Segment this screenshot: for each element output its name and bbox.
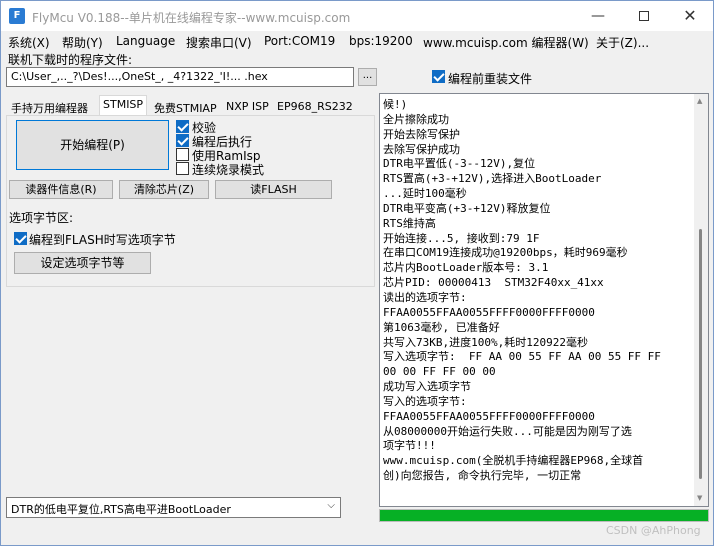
window-title: FlyMcu V0.188--单片机在线编程专家--www.mcuisp.com [32, 11, 351, 25]
log-line: 写入选项字节: FF AA 00 55 FF AA 00 55 FF FF [383, 350, 661, 364]
app-window: F FlyMcu V0.188--单片机在线编程专家--www.mcuisp.c… [0, 0, 714, 546]
tab-handheld-programmer[interactable]: 手持万用编程器 [7, 97, 92, 115]
start-program-button[interactable]: 开始编程(P) [16, 120, 169, 170]
log-line: RTS置高(+3-+12V),选择进入BootLoader [383, 172, 602, 186]
log-line: 共写入73KB,进度100%,耗时120922毫秒 [383, 335, 588, 349]
tab-ep968-rs232[interactable]: EP968_RS232 [273, 97, 357, 115]
scroll-thumb[interactable] [699, 229, 702, 479]
verify-checkbox[interactable] [176, 120, 189, 133]
scroll-down-icon[interactable]: ▼ [697, 494, 702, 502]
menu-programmer[interactable]: www.mcuisp.com 编程器(W) [423, 34, 589, 51]
menu-bar: 系统(X) 帮助(Y) Language 搜索串口(V) Port:COM19 … [1, 31, 713, 51]
log-line: www.mcuisp.com(全脱机手持编程器EP968,全球首 [383, 454, 644, 468]
title-bar[interactable]: F FlyMcu V0.188--单片机在线编程专家--www.mcuisp.c… [1, 1, 713, 31]
app-icon: F [9, 8, 25, 24]
log-scrollbar[interactable]: ▲ ▼ [694, 94, 708, 506]
menu-help[interactable]: 帮助(Y) [62, 34, 103, 51]
log-line: 从08000000开始运行失败...可能是因为刚写了选 [383, 424, 632, 438]
option-bytes-title: 选项字节区: [9, 211, 74, 225]
tab-stmisp[interactable]: STMISP [99, 95, 148, 116]
write-option-bytes-label: 编程到FLASH时写选项字节 [29, 233, 176, 247]
continuous-burn-label: 连续烧录模式 [192, 163, 265, 177]
log-line: 开始连接...5, 接收到:79 1F [383, 231, 540, 245]
chevron-down-icon: ⌵ [327, 500, 335, 511]
log-line: DTR电平置低(-3--12V),复位 [383, 157, 536, 171]
log-line: 成功写入选项字节 [383, 380, 471, 394]
menu-about[interactable]: 关于(Z)... [596, 34, 649, 51]
erase-chip-button[interactable]: 清除芯片(Z) [119, 180, 209, 199]
log-line: 00 00 FF FF 00 00 [383, 365, 496, 379]
log-line: DTR电平变高(+3-+12V)释放复位 [383, 201, 551, 215]
write-option-bytes-checkbox[interactable] [14, 232, 27, 245]
close-icon: ✕ [683, 6, 697, 25]
boot-mode-value: DTR的低电平复位,RTS高电平进BootLoader [11, 503, 231, 516]
tab-stmiap[interactable]: 免费STMIAP [150, 97, 221, 115]
log-line: 开始去除写保护 [383, 127, 460, 141]
log-line: 候!) [383, 98, 408, 111]
log-line: ...延时100毫秒 [383, 187, 467, 201]
log-line: FFAA0055FFAA0055FFFF0000FFFF0000 [383, 409, 595, 423]
maximize-icon [639, 11, 649, 21]
continuous-burn-checkbox[interactable] [176, 162, 189, 175]
browse-button[interactable]: ... [358, 68, 377, 86]
program-options: 校验 编程后执行 使用RamIsp 连续烧录模式 [173, 120, 333, 177]
progress-bar [379, 509, 709, 522]
reload-before-program-checkbox[interactable] [432, 70, 445, 83]
log-line: 去除写保护成功 [383, 142, 460, 156]
log-line: 写入的选项字节: [383, 394, 467, 408]
use-ramisp-checkbox[interactable] [176, 148, 189, 161]
minimize-icon: — [591, 8, 605, 24]
menu-system[interactable]: 系统(X) [8, 34, 50, 51]
program-file-input[interactable]: C:\User_,.._?\Des!...,OneSt_, _4?1322_'I… [6, 67, 354, 87]
watermark: CSDN @AhPhong [606, 524, 701, 537]
maximize-button[interactable] [621, 1, 667, 31]
reload-before-program-label: 编程前重装文件 [448, 72, 533, 86]
program-file-label: 联机下载时的程序文件: [8, 53, 133, 67]
minimize-button[interactable]: — [575, 1, 621, 31]
run-after-program-checkbox[interactable] [176, 134, 189, 147]
read-device-info-button[interactable]: 读器件信息(R) [9, 180, 113, 199]
set-option-bytes-button[interactable]: 设定选项字节等 [14, 252, 151, 274]
log-line: 项字节!!! [383, 439, 436, 453]
log-line: 第1063毫秒, 已准备好 [383, 320, 500, 334]
log-output[interactable]: 候!) 全片擦除成功 开始去除写保护 去除写保护成功 DTR电平置低(-3--12V),… [379, 93, 709, 507]
log-line: 在串口COM19连接成功@19200bps，耗时969毫秒 [383, 246, 628, 260]
menu-language[interactable]: Language [116, 34, 175, 48]
menu-baud[interactable]: bps:19200 [349, 34, 413, 48]
progress-fill [380, 510, 708, 521]
log-line: 全片擦除成功 [383, 112, 449, 126]
log-line: RTS维持高 [383, 216, 436, 230]
scroll-up-icon[interactable]: ▲ [697, 97, 702, 105]
boot-mode-select[interactable]: DTR的低电平复位,RTS高电平进BootLoader ⌵ [6, 497, 341, 518]
log-line: FFAA0055FFAA0055FFFF0000FFFF0000 [383, 305, 595, 319]
read-flash-button[interactable]: 读FLASH [215, 180, 332, 199]
log-lines: 候!) 全片擦除成功 开始去除写保护 去除写保护成功 DTR电平置低(-3--12V),… [383, 98, 691, 484]
menu-search-port[interactable]: 搜索串口(V) [186, 34, 252, 51]
log-line: 读出的选项字节: [383, 290, 467, 304]
log-line: 芯片PID: 00000413 STM32F40xx_41xx [383, 276, 604, 290]
log-line: 芯片内BootLoader版本号: 3.1 [383, 261, 549, 275]
log-line: 创)向您报告, 命令执行完毕, 一切正常 [383, 469, 582, 483]
tab-nxp-isp[interactable]: NXP ISP [222, 97, 273, 115]
close-button[interactable]: ✕ [667, 1, 713, 31]
menu-port[interactable]: Port:COM19 [264, 34, 335, 48]
